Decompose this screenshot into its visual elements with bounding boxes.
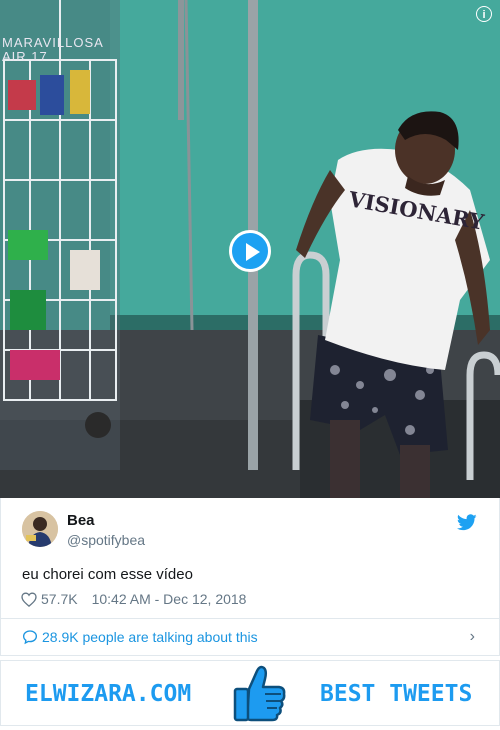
user-handle[interactable]: @spotifybea — [67, 532, 145, 548]
avatar-image — [22, 511, 58, 547]
tweet-card[interactable]: Bea @spotifybea eu chorei com esse vídeo… — [0, 498, 500, 618]
conversation-link[interactable]: 28.9K people are talking about this › — [0, 618, 500, 656]
play-icon — [246, 243, 260, 261]
tweet-text: eu chorei com esse vídeo — [22, 566, 193, 583]
tagline[interactable]: BEST TWEETS — [320, 681, 472, 707]
info-icon[interactable]: i — [476, 6, 492, 22]
avatar[interactable] — [22, 511, 58, 547]
tweet-meta: 57.7K 10:42 AM - Dec 12, 2018 — [21, 591, 246, 607]
speech-bubble-icon — [22, 630, 38, 645]
store-sign-line1: MARAVILLOSA — [2, 35, 104, 50]
display-name[interactable]: Bea — [67, 512, 95, 529]
site-name[interactable]: ELWIZARA.COM — [25, 681, 191, 707]
promo-banner: ELWIZARA.COM BEST TWEETS — [0, 660, 500, 726]
store-sign-line2: AIR 17 — [2, 49, 48, 64]
store-sign: MARAVILLOSA AIR 17 — [2, 36, 104, 64]
tweet-timestamp[interactable]: 10:42 AM - Dec 12, 2018 — [92, 591, 247, 607]
chevron-right-icon[interactable]: › — [470, 628, 475, 646]
twitter-bird-icon[interactable] — [457, 514, 477, 531]
heart-icon[interactable] — [21, 591, 37, 607]
conversation-text[interactable]: 28.9K people are talking about this — [42, 629, 258, 645]
thumbs-up-icon — [233, 665, 286, 722]
video-player[interactable]: MARAVILLOSA AIR 17 VISIONARY i — [0, 0, 500, 498]
play-button[interactable] — [229, 230, 271, 272]
like-count[interactable]: 57.7K — [41, 591, 78, 607]
